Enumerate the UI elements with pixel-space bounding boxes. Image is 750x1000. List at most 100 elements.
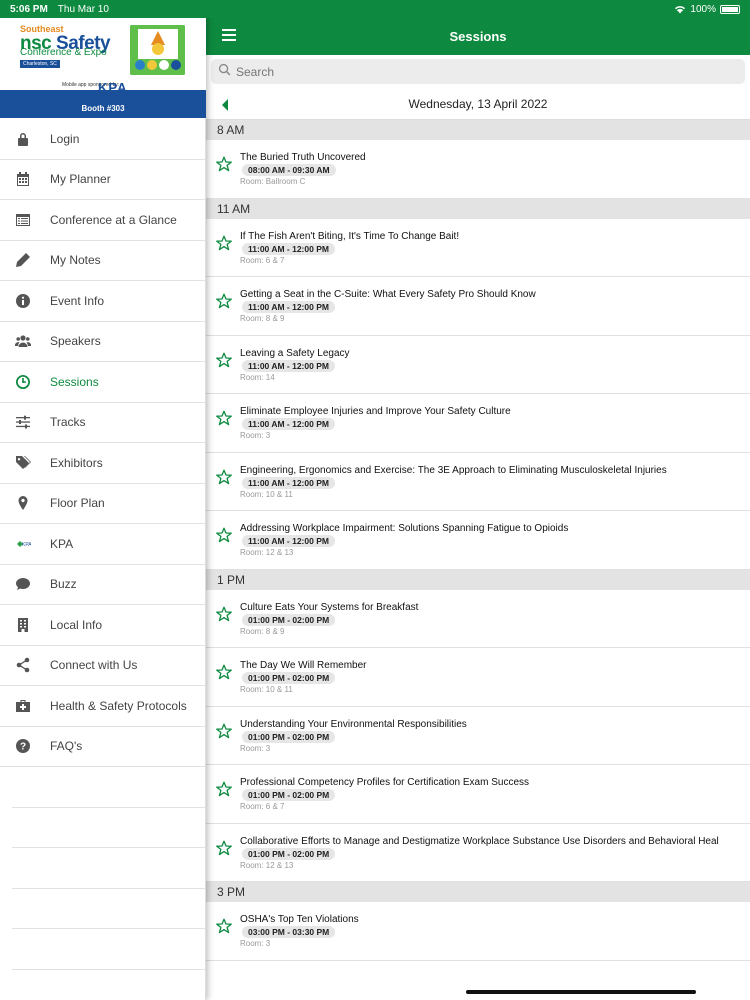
people-icon [14, 332, 32, 350]
session-title: The Day We Will Remember [240, 660, 367, 671]
session-time-badge: 11:00 AM - 12:00 PM [242, 418, 335, 430]
sidebar-item-floor-plan[interactable]: Floor Plan [0, 484, 206, 524]
hamburger-menu-icon[interactable] [222, 29, 236, 41]
favorite-star-icon[interactable] [216, 527, 232, 543]
room-prefix: Room: [240, 743, 264, 753]
session-title: Engineering, Ergonomics and Exercise: Th… [240, 464, 667, 476]
tags-icon [14, 454, 32, 472]
favorite-star-icon[interactable] [216, 918, 232, 934]
sidebar-item-health-safety-protocols[interactable]: Health & Safety Protocols [0, 686, 206, 727]
sidebar-item-faqs[interactable]: ? FAQ's [0, 727, 206, 767]
favorite-star-icon[interactable] [216, 156, 232, 172]
session-time-badge: 01:00 PM - 02:00 PM [242, 613, 336, 626]
session-row[interactable]: Addressing Workplace Impairment: Solutio… [206, 511, 750, 570]
room-prefix: Room: [240, 548, 264, 557]
session-room: Room: 8 & 9 [240, 314, 284, 323]
app-bar: Sessions [206, 18, 750, 55]
sliders-icon [14, 413, 32, 431]
session-row[interactable]: Getting a Seat in the C-Suite: What Ever… [206, 277, 750, 336]
sidebar-item-login[interactable]: Login [0, 119, 206, 160]
previous-day-arrow-icon[interactable] [222, 99, 228, 111]
room-prefix: Room: [240, 860, 264, 870]
sidebar-empty-row [12, 848, 206, 889]
sidebar-item-buzz[interactable]: Buzz [0, 565, 206, 605]
session-row[interactable]: The Day We Will Remember 01:00 PM - 02:00… [206, 648, 750, 707]
session-row[interactable]: Collaborative Efforts to Manage and Dest… [206, 824, 750, 882]
session-row[interactable]: Eliminate Employee Injuries and Improve … [206, 394, 750, 453]
room-value: 3 [265, 939, 271, 948]
room-value: 6 & 7 [265, 255, 285, 265]
session-row[interactable]: If The Fish Aren't Biting, It's Time To … [206, 219, 750, 277]
session-title: Leaving a Safety Legacy [240, 347, 350, 359]
favorite-star-icon[interactable] [216, 664, 232, 680]
date-navigator: Wednesday, 13 April 2022 [206, 89, 750, 120]
favorite-star-icon[interactable] [216, 410, 232, 426]
session-room: Room: 3 [240, 939, 270, 948]
session-row[interactable]: Professional Competency Profiles for Cer… [206, 765, 750, 824]
search-input[interactable] [236, 64, 636, 79]
sidebar-item-label: Buzz [50, 577, 77, 592]
sidebar-item-kpa[interactable]: KPA KPA [0, 524, 206, 565]
favorite-star-icon[interactable] [216, 781, 232, 797]
session-row[interactable]: Leaving a Safety Legacy 11:00 AM - 12:00 … [206, 336, 750, 394]
kpa-logo-icon: KPA [14, 535, 32, 553]
search-field[interactable] [211, 59, 745, 84]
room-value: 12 & 13 [265, 860, 294, 870]
sidebar-item-conference-at-a-glance[interactable]: Conference at a Glance [0, 200, 206, 241]
favorite-star-icon[interactable] [216, 723, 232, 739]
room-prefix: Room: [240, 489, 264, 499]
sidebar-item-label: Health & Safety Protocols [50, 698, 187, 713]
question-icon: ? [14, 737, 32, 755]
session-title: Culture Eats Your Systems for Breakfast [240, 601, 419, 613]
room-value: 10 & 11 [265, 489, 293, 499]
sidebar-item-tracks[interactable]: Tracks [0, 403, 206, 443]
battery-percent: 100% [690, 3, 716, 15]
sidebar-item-local-info[interactable]: Local Info [0, 605, 206, 646]
session-row[interactable]: OSHA's Top Ten Violations 03:00 PM - 03:3… [206, 902, 750, 961]
sidebar-item-sessions[interactable]: Sessions [0, 362, 206, 403]
session-row[interactable]: The Buried Truth Uncovered 08:00 AM - 09:… [206, 140, 750, 199]
sidebar-menu: Login My Planner Conference at a Glance … [0, 119, 206, 970]
share-icon [14, 656, 32, 674]
sidebar-item-event-info[interactable]: Event Info [0, 281, 206, 322]
session-room: Room: 10 & 11 [240, 490, 293, 499]
medkit-icon [14, 697, 32, 715]
sidebar: Southeast nsc Safety Conference & Expo C… [0, 0, 206, 1000]
time-group-header: 1 PM [206, 569, 750, 590]
favorite-star-icon[interactable] [216, 606, 232, 622]
sidebar-item-speakers[interactable]: Speakers [0, 322, 206, 362]
favorite-star-icon[interactable] [216, 352, 232, 368]
session-time-badge: 03:00 PM - 03:30 PM [242, 926, 336, 938]
session-row[interactable]: Understanding Your Environmental Respons… [206, 707, 750, 765]
room-prefix: Room: [240, 685, 264, 694]
session-time-badge: 01:00 PM - 02:00 PM [242, 789, 336, 801]
sidebar-item-my-planner[interactable]: My Planner [0, 160, 206, 200]
sidebar-item-my-notes[interactable]: My Notes [0, 241, 206, 281]
favorite-star-icon[interactable] [216, 235, 232, 251]
sidebar-item-connect-with-us[interactable]: Connect with Us [0, 646, 206, 686]
svg-text:?: ? [20, 742, 26, 753]
sidebar-item-label: Conference at a Glance [50, 212, 177, 227]
room-prefix: Room: [240, 626, 264, 636]
session-row[interactable]: Engineering, Ergonomics and Exercise: Th… [206, 453, 750, 511]
calendar-icon [14, 170, 32, 188]
pencil-icon [14, 251, 32, 269]
room-value: 12 & 13 [265, 548, 294, 557]
favorite-star-icon[interactable] [216, 840, 232, 856]
sidebar-item-label: Connect with Us [50, 658, 138, 673]
sidebar-item-exhibitors[interactable]: Exhibitors [0, 443, 206, 484]
session-time-badge: 11:00 AM - 12:00 PM [242, 359, 335, 372]
favorite-star-icon[interactable] [216, 293, 232, 309]
search-bar [206, 55, 750, 86]
sidebar-empty-row [12, 889, 206, 929]
current-date: Wednesday, 13 April 2022 [408, 97, 548, 111]
room-prefix: Room: [240, 314, 264, 323]
svg-text:KPA: KPA [22, 542, 31, 548]
sidebar-item-label: Speakers [50, 334, 101, 349]
session-row[interactable]: Culture Eats Your Systems for Breakfast 0… [206, 590, 750, 648]
session-title: Eliminate Employee Injuries and Improve … [240, 406, 511, 417]
sidebar-item-label: Exhibitors [50, 455, 103, 470]
session-room: Room: 6 & 7 [240, 802, 284, 811]
booth-label: Booth #303 [81, 104, 125, 113]
favorite-star-icon[interactable] [216, 469, 232, 485]
